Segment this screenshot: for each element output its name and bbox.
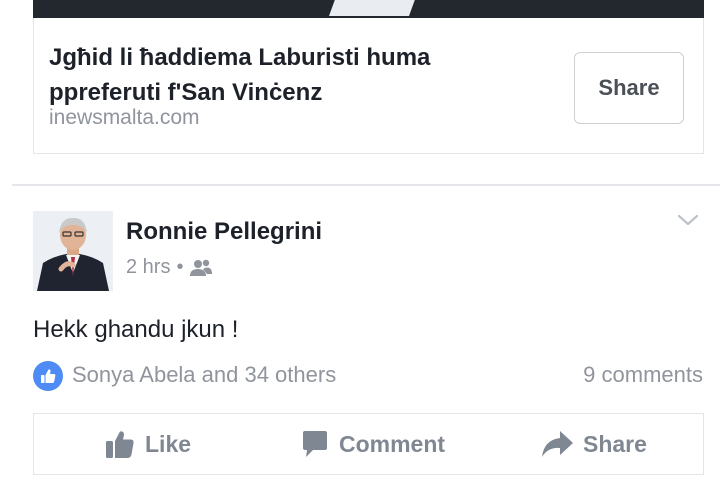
meta-separator: • <box>176 256 184 278</box>
share-arrow-icon <box>542 431 573 457</box>
friends-icon[interactable] <box>189 259 213 277</box>
like-icon <box>106 431 134 458</box>
post-text: Hekk ghandu jkun ! <box>33 316 239 343</box>
like-label: Like <box>145 430 192 457</box>
link-title[interactable]: Jgħid li ħaddiema Laburisti huma pprefer… <box>49 40 549 110</box>
comment-label: Comment <box>339 430 446 457</box>
link-preview-image[interactable] <box>33 0 704 18</box>
post-divider <box>12 184 720 186</box>
like-reaction-icon[interactable] <box>33 361 63 391</box>
avatar[interactable] <box>33 211 113 291</box>
link-share-button[interactable]: Share <box>574 52 684 124</box>
chevron-down-icon[interactable] <box>676 210 700 230</box>
image-detail <box>328 0 418 16</box>
comment-icon <box>303 431 327 457</box>
thumbs-up-icon <box>41 369 56 383</box>
avatar-photo <box>33 211 113 291</box>
comments-count[interactable]: 9 comments <box>583 362 703 388</box>
share-label: Share <box>583 430 647 457</box>
author-name[interactable]: Ronnie Pellegrini <box>126 218 322 246</box>
like-button[interactable]: Like <box>104 414 191 474</box>
post-meta: 2 hrs • <box>126 256 213 279</box>
reactions-summary[interactable]: Sonya Abela and 34 others <box>72 362 336 388</box>
comment-button[interactable]: Comment <box>300 414 445 474</box>
link-domain: inewsmalta.com <box>49 106 200 129</box>
post-actions-bar: Like Comment Share <box>33 413 704 475</box>
share-button[interactable]: Share <box>540 414 647 474</box>
post-time[interactable]: 2 hrs <box>126 256 170 279</box>
link-preview-card[interactable]: Jgħid li ħaddiema Laburisti huma pprefer… <box>33 18 704 154</box>
